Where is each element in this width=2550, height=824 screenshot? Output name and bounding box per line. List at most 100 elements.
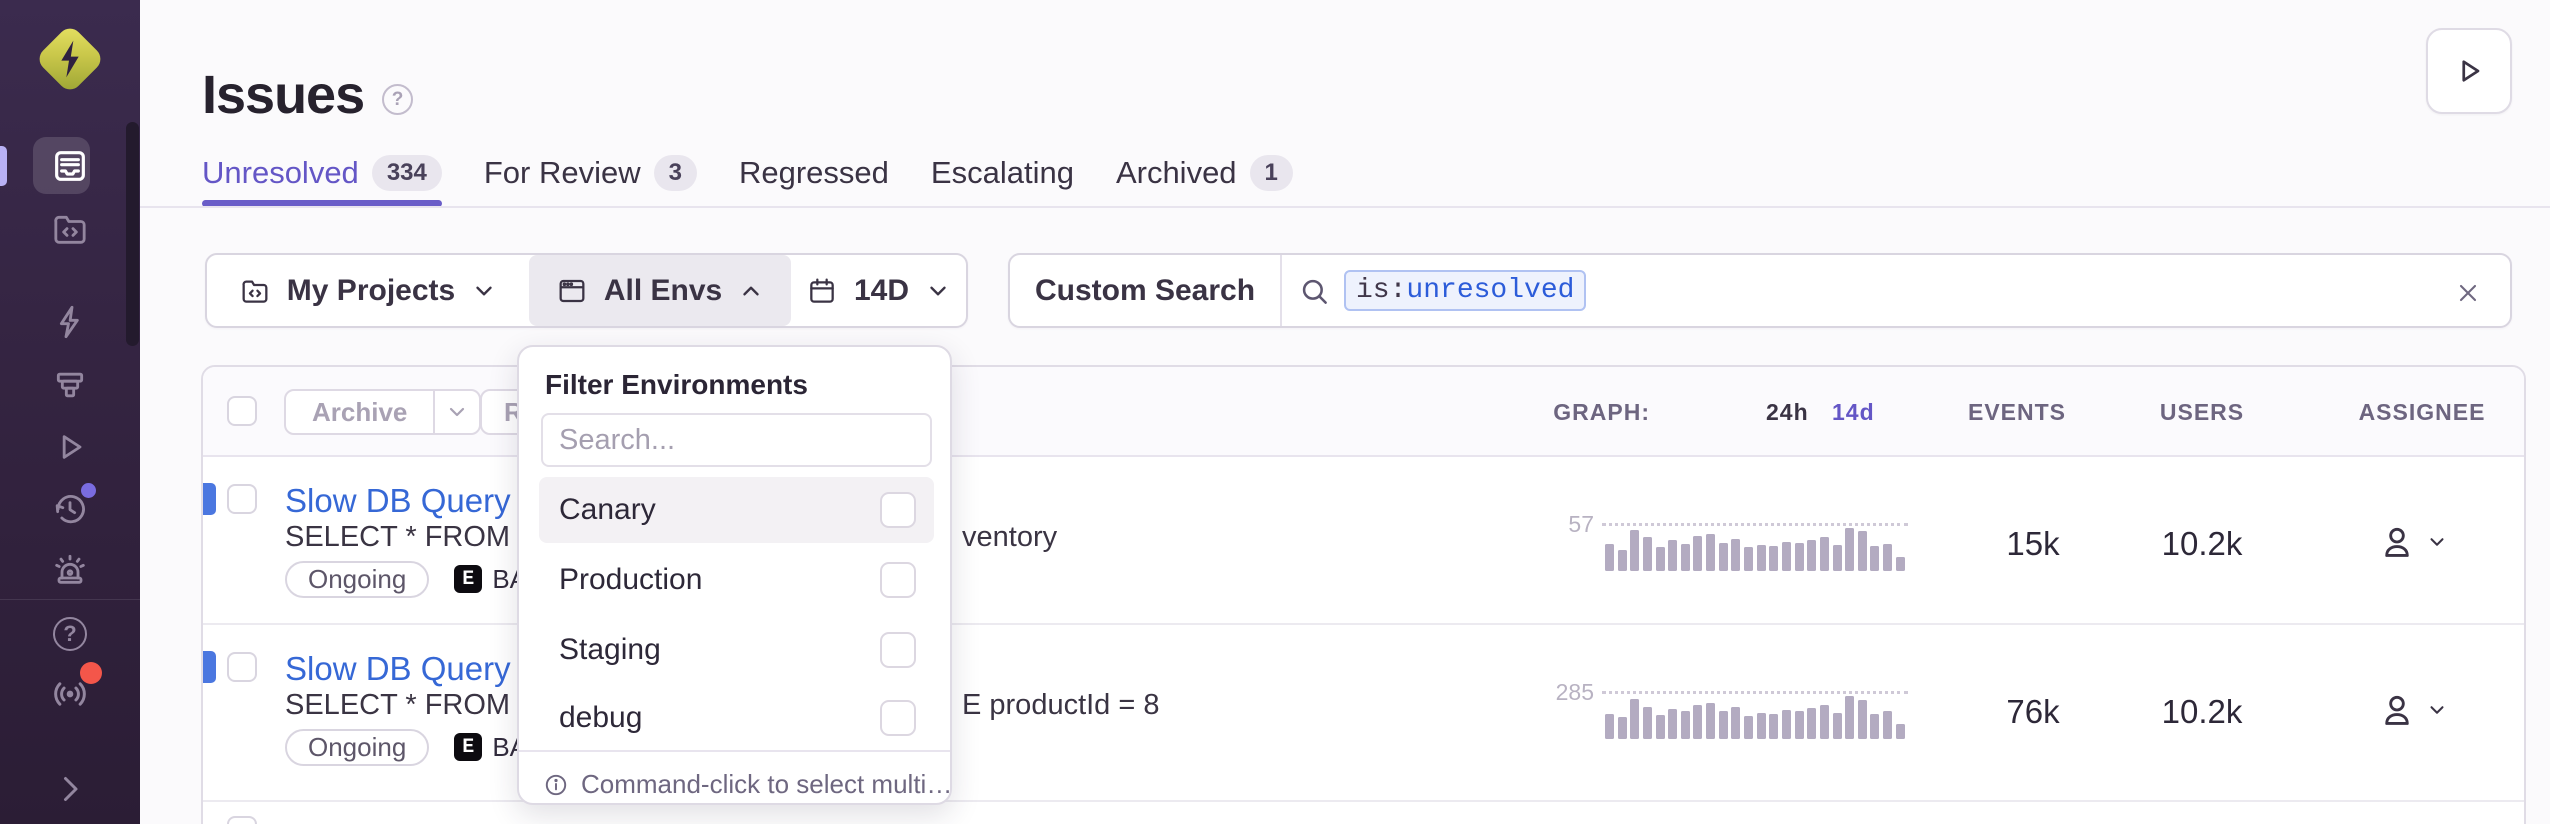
search-token-is-unresolved[interactable]: is:unresolved — [1344, 270, 1586, 311]
project-avatar: E — [454, 565, 482, 593]
chevron-up-icon — [738, 278, 764, 304]
chevron-right-icon — [52, 771, 88, 807]
issue-title-link[interactable]: Slow DB Query — [285, 481, 511, 521]
status-badge: Ongoing — [285, 561, 429, 598]
environment-filter-label: All Envs — [604, 274, 722, 308]
env-option-checkbox[interactable] — [880, 562, 916, 598]
env-option-checkbox[interactable] — [880, 632, 916, 668]
tab-regressed[interactable]: Regressed — [739, 155, 889, 191]
person-icon — [2378, 691, 2416, 729]
env-option-label: Staging — [559, 633, 661, 667]
play-icon — [50, 427, 90, 467]
issue-subtitle-left: SELECT * FROM p — [285, 520, 534, 554]
tab-unresolved[interactable]: Unresolved 334 — [202, 155, 442, 191]
archive-dropdown-button[interactable] — [433, 391, 479, 433]
graph-max-line — [1602, 523, 1908, 526]
info-icon — [543, 772, 569, 798]
tab-label: Unresolved — [202, 155, 359, 191]
graph-max-label: 57 — [1502, 511, 1594, 538]
tabs-bottom-border — [140, 206, 2550, 208]
token-key: is: — [1356, 275, 1406, 306]
search-divider — [1280, 255, 1282, 326]
issue-subtitle-right: ventory — [962, 520, 1057, 554]
row-checkbox[interactable] — [227, 484, 257, 514]
notification-dot-purple — [81, 483, 96, 498]
chevron-down-icon — [2426, 531, 2448, 553]
environment-filter-button[interactable]: All Envs — [529, 255, 791, 326]
siren-icon — [50, 551, 90, 591]
sentry-logo[interactable] — [37, 26, 103, 92]
window-icon — [556, 275, 588, 307]
sidebar-item-replays[interactable] — [48, 425, 92, 469]
sidebar-item-whats-new[interactable] — [48, 672, 92, 716]
sidebar-item-help[interactable]: ? — [48, 612, 92, 656]
events-count: 76k — [1953, 695, 2113, 729]
project-filter-button[interactable]: My Projects — [207, 255, 529, 326]
row-checkbox[interactable] — [227, 816, 257, 824]
tab-count-badge: 334 — [372, 155, 442, 191]
custom-search-label: Custom Search — [1035, 274, 1255, 308]
clear-search-icon[interactable] — [2454, 279, 2482, 307]
tab-label: Regressed — [739, 155, 889, 191]
issue-subtitle-right: E productId = 8 — [962, 688, 1160, 722]
tab-count-badge: 1 — [1250, 155, 1293, 191]
active-nav-indicator — [0, 146, 7, 186]
issue-badges: Ongoing E BAC — [285, 561, 546, 597]
assignee-selector[interactable] — [2378, 691, 2448, 729]
graph-period-14d[interactable]: 14d — [1832, 367, 1875, 457]
replay-play-button[interactable] — [2426, 28, 2512, 114]
issue-badges: Ongoing E BAC — [285, 729, 546, 765]
env-option-production[interactable]: Production — [539, 547, 934, 613]
sidebar-item-session-history[interactable] — [48, 487, 92, 531]
custom-search-button[interactable]: Custom Search — [1010, 255, 1280, 326]
archive-button-group: Archive — [284, 389, 481, 435]
dropdown-title: Filter Environments — [545, 369, 808, 401]
graph-max-line — [1602, 691, 1908, 694]
sidebar-item-alerts[interactable] — [48, 549, 92, 593]
env-option-debug[interactable]: debug — [539, 687, 934, 749]
env-option-label: Production — [559, 563, 702, 597]
assignee-selector[interactable] — [2378, 523, 2448, 561]
unread-indicator — [203, 483, 216, 515]
env-option-canary[interactable]: Canary — [539, 477, 934, 543]
help-icon[interactable]: ? — [382, 84, 413, 115]
sidebar-scrollbar-thumb[interactable] — [126, 122, 139, 346]
person-icon — [2378, 523, 2416, 561]
search-bar: Custom Search is:unresolved — [1008, 253, 2512, 328]
sidebar-item-profiling[interactable] — [48, 363, 92, 407]
dropdown-footer: Command-click to select multi… — [543, 762, 952, 807]
env-option-checkbox[interactable] — [880, 700, 916, 736]
env-option-staging[interactable]: Staging — [539, 617, 934, 683]
sidebar-item-issues[interactable] — [48, 144, 92, 188]
code-folder-icon — [50, 209, 90, 249]
event-sparkline — [1605, 527, 1905, 571]
sidebar-divider — [0, 599, 140, 600]
column-header-assignee: ASSIGNEE — [2332, 367, 2512, 457]
date-range-filter-button[interactable]: 14D — [791, 255, 966, 326]
play-icon — [2451, 53, 2487, 89]
select-all-checkbox[interactable] — [227, 396, 257, 426]
tab-escalating[interactable]: Escalating — [931, 155, 1074, 191]
tab-for-review[interactable]: For Review 3 — [484, 155, 697, 191]
project-filter-label: My Projects — [287, 274, 455, 308]
events-count: 15k — [1953, 527, 2113, 561]
sidebar-item-performance[interactable] — [48, 300, 92, 344]
environment-search-input[interactable] — [541, 413, 932, 467]
archive-button[interactable]: Archive — [286, 391, 433, 433]
row-checkbox[interactable] — [227, 652, 257, 682]
question-icon: ? — [53, 617, 87, 651]
tab-archived[interactable]: Archived 1 — [1116, 155, 1293, 191]
graph-period-24h[interactable]: 24h — [1766, 367, 1809, 457]
code-folder-icon — [239, 275, 271, 307]
chevron-down-icon — [2426, 699, 2448, 721]
issue-title-link[interactable]: Slow DB Query — [285, 649, 511, 689]
tab-label: Escalating — [931, 155, 1074, 191]
env-option-checkbox[interactable] — [880, 492, 916, 528]
issues-page: ? Issues ? Unresolved 334 — [0, 0, 2550, 824]
dropdown-footer-text: Command-click to select multi… — [581, 769, 952, 800]
sidebar-item-expand[interactable] — [48, 767, 92, 811]
event-sparkline — [1605, 695, 1905, 739]
sidebar-item-explore[interactable] — [48, 207, 92, 251]
chevron-down-icon — [925, 278, 951, 304]
environment-dropdown: Filter Environments Canary Production St… — [517, 345, 952, 805]
